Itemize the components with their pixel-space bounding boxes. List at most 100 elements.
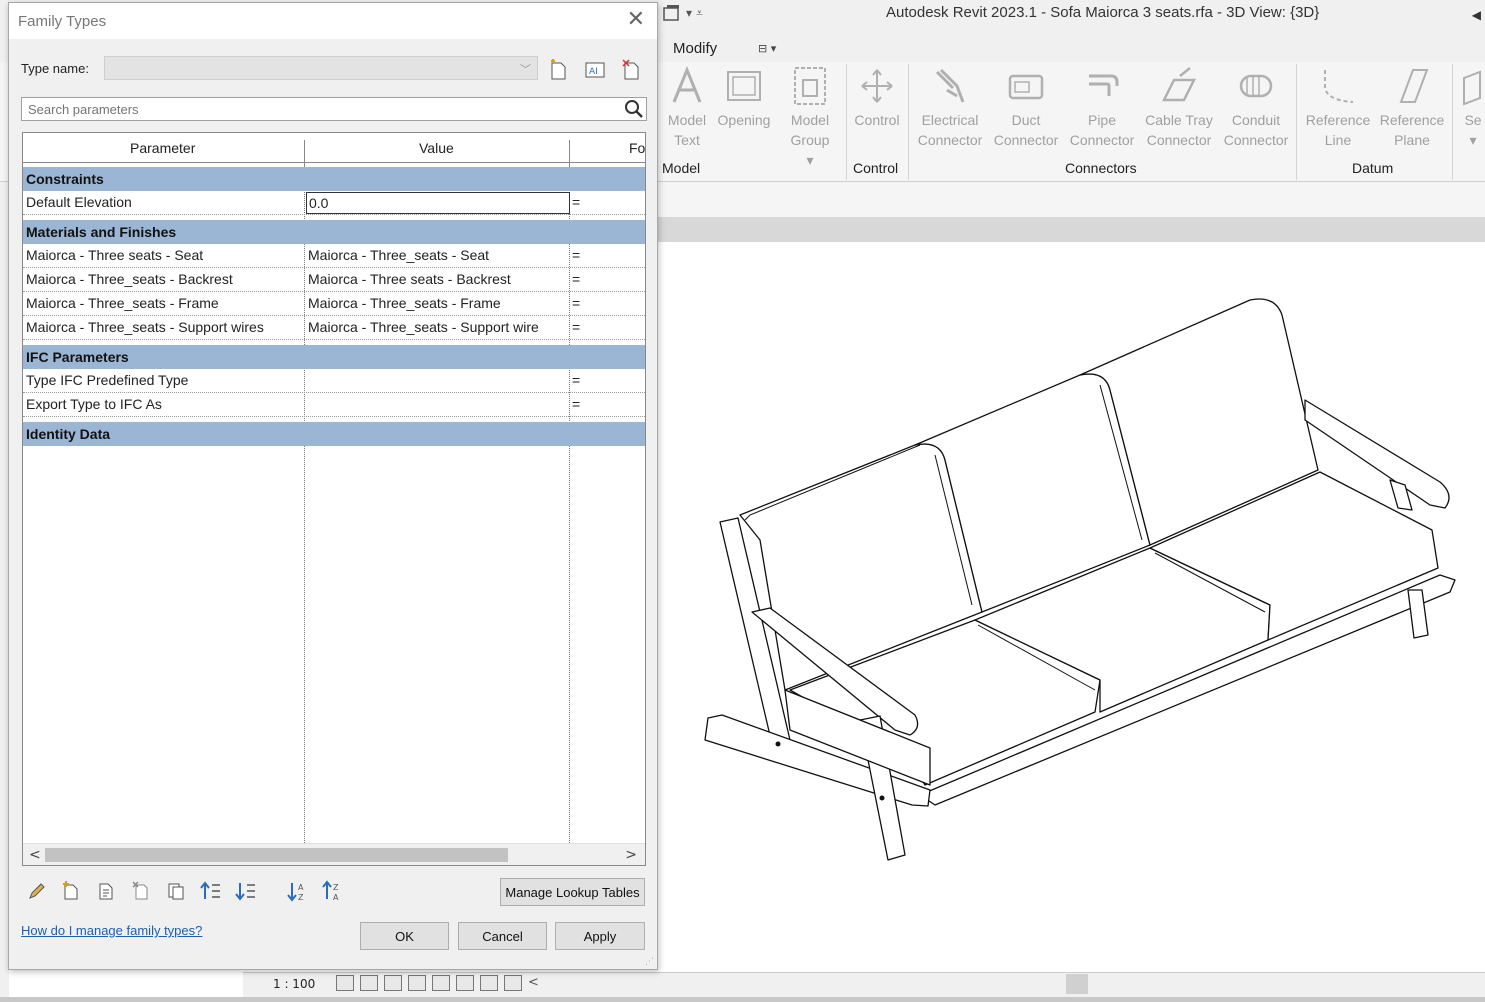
param-formula[interactable]: = bbox=[572, 316, 580, 339]
param-row-material-backrest[interactable]: Maiorca - Three_seats - Backrest Maiorca… bbox=[23, 268, 645, 292]
type-name-dropdown[interactable]: ﹀ bbox=[104, 56, 538, 80]
sun-path-icon[interactable] bbox=[384, 975, 402, 991]
help-link[interactable]: How do I manage family types? bbox=[21, 923, 202, 938]
reference-line-button[interactable]: Reference Line bbox=[1302, 66, 1374, 150]
electrical-connector-button[interactable]: Electrical Connector bbox=[914, 66, 986, 150]
dialog-titlebar[interactable]: Family Types ✕ bbox=[9, 3, 657, 39]
param-value[interactable]: Maiorca - Three seats - Backrest bbox=[308, 268, 570, 291]
resize-grip-icon[interactable]: ⋰ bbox=[645, 957, 655, 967]
view-control-icons[interactable]: < bbox=[336, 975, 539, 991]
switch-windows-icon[interactable] bbox=[662, 4, 682, 22]
grid-horizontal-scrollbar[interactable]: < > bbox=[23, 843, 645, 865]
param-value[interactable]: Maiorca - Three_seats - Seat bbox=[308, 244, 570, 267]
chevron-left-icon[interactable]: < bbox=[528, 975, 539, 991]
search-icon[interactable] bbox=[624, 99, 644, 119]
control-button[interactable]: Control bbox=[850, 66, 904, 130]
render-icon[interactable] bbox=[432, 975, 450, 991]
temporary-hide-icon[interactable] bbox=[504, 975, 522, 991]
copy-parameter-icon[interactable] bbox=[129, 879, 153, 903]
manage-lookup-tables-button[interactable]: Manage Lookup Tables bbox=[500, 878, 645, 906]
param-name: Maiorca - Three_seats - Frame bbox=[26, 295, 219, 311]
column-header-parameter[interactable]: Parameter bbox=[130, 140, 195, 156]
paste-parameter-icon[interactable] bbox=[164, 879, 188, 903]
collapse-arrow-icon[interactable]: ◀ bbox=[1472, 8, 1481, 22]
quick-access-toolbar[interactable]: ▾ ⩡ bbox=[662, 4, 703, 22]
pipe-connector-button[interactable]: Pipe Connector bbox=[1066, 66, 1138, 150]
model-text-button[interactable]: Model Text bbox=[665, 66, 709, 150]
param-row-ifc-predefined-type[interactable]: Type IFC Predefined Type = bbox=[23, 369, 645, 393]
search-input[interactable] bbox=[22, 98, 612, 120]
param-formula[interactable]: = bbox=[572, 244, 580, 267]
group-identity-data[interactable]: Identity Data bbox=[23, 422, 645, 446]
contextual-tab-dropdown[interactable]: ⊟ ▾ bbox=[758, 42, 776, 55]
qat-customize-icon[interactable]: ⩡ bbox=[696, 6, 703, 21]
svg-text:A: A bbox=[333, 893, 339, 902]
param-formula[interactable]: = bbox=[572, 292, 580, 315]
delete-type-icon[interactable] bbox=[620, 59, 642, 81]
column-header-formula[interactable]: Fo bbox=[629, 140, 645, 156]
apply-button[interactable]: Apply bbox=[555, 922, 645, 950]
group-constraints[interactable]: Constraints bbox=[23, 167, 645, 191]
scroll-right-icon[interactable]: > bbox=[625, 847, 637, 863]
scroll-left-icon[interactable]: < bbox=[29, 847, 41, 863]
param-row-export-to-ifc[interactable]: Export Type to IFC As = bbox=[23, 393, 645, 417]
sort-descending-icon[interactable]: ZA bbox=[320, 879, 344, 903]
visual-style-icon[interactable] bbox=[360, 975, 378, 991]
view-scale[interactable]: 1 : 100 bbox=[273, 977, 315, 991]
edit-parameter-icon[interactable] bbox=[25, 879, 49, 903]
show-crop-icon[interactable] bbox=[480, 975, 498, 991]
crop-view-icon[interactable] bbox=[456, 975, 474, 991]
shadows-icon[interactable] bbox=[408, 975, 426, 991]
param-row-material-support-wires[interactable]: Maiorca - Three_seats - Support wires Ma… bbox=[23, 316, 645, 340]
default-elevation-value-input[interactable]: 0.0 bbox=[306, 192, 570, 214]
new-type-icon[interactable] bbox=[547, 59, 569, 81]
close-icon[interactable]: ✕ bbox=[627, 9, 645, 31]
cancel-button[interactable]: Cancel bbox=[458, 922, 547, 950]
set-button[interactable]: Se ▾ bbox=[1458, 66, 1485, 150]
panel-connectors: Connectors bbox=[1065, 160, 1137, 176]
duct-connector-button[interactable]: Duct Connector bbox=[990, 66, 1062, 150]
qat-dropdown-icon[interactable]: ▾ bbox=[686, 6, 692, 20]
grid-header: Parameter Value Fo bbox=[23, 133, 645, 170]
type-name-label: Type name: bbox=[21, 61, 89, 76]
reference-line-icon bbox=[1324, 70, 1354, 103]
move-up-icon[interactable] bbox=[199, 879, 223, 903]
opening-button[interactable]: Opening bbox=[714, 66, 774, 130]
search-parameters-field[interactable] bbox=[21, 97, 647, 121]
reference-plane-button[interactable]: Reference Plane bbox=[1376, 66, 1448, 150]
rename-type-icon[interactable]: AI bbox=[584, 59, 606, 81]
param-row-material-seat[interactable]: Maiorca - Three seats - Seat Maiorca - T… bbox=[23, 244, 645, 268]
param-formula[interactable]: = bbox=[572, 191, 580, 214]
scrollbar-thumb[interactable] bbox=[45, 848, 508, 862]
move-down-icon[interactable] bbox=[234, 879, 258, 903]
parameters-grid[interactable]: Parameter Value Fo Constraints Default E… bbox=[22, 132, 646, 866]
column-header-value[interactable]: Value bbox=[419, 140, 454, 156]
cable-tray-connector-button[interactable]: Cable Tray Connector bbox=[1140, 66, 1218, 150]
param-formula[interactable]: = bbox=[572, 369, 580, 392]
3d-viewport[interactable] bbox=[657, 242, 1485, 972]
viewport-scrollbar-thumb[interactable] bbox=[1066, 974, 1088, 994]
param-formula[interactable]: = bbox=[572, 393, 580, 416]
tab-modify[interactable]: Modify bbox=[673, 40, 717, 57]
set-label: Se ▾ bbox=[1464, 112, 1482, 148]
control-label: Control bbox=[854, 112, 900, 128]
conduit-connector-button[interactable]: Conduit Connector bbox=[1220, 66, 1292, 150]
header-separator[interactable] bbox=[569, 140, 570, 170]
param-value[interactable]: Maiorca - Three_seats - Support wire bbox=[308, 316, 570, 339]
model-group-button[interactable]: Model Group ▾ bbox=[786, 66, 834, 170]
detail-level-icon[interactable] bbox=[336, 975, 354, 991]
group-materials-and-finishes[interactable]: Materials and Finishes bbox=[23, 220, 645, 244]
header-separator[interactable] bbox=[304, 140, 305, 170]
delete-parameter-icon[interactable] bbox=[94, 879, 118, 903]
ok-button[interactable]: OK bbox=[360, 922, 449, 950]
options-bar bbox=[657, 182, 1485, 217]
set-icon bbox=[1463, 70, 1481, 106]
param-row-material-frame[interactable]: Maiorca - Three_seats - Frame Maiorca - … bbox=[23, 292, 645, 316]
param-value[interactable]: Maiorca - Three_seats - Frame bbox=[308, 292, 570, 315]
ribbon-separator bbox=[908, 64, 909, 180]
group-ifc-parameters[interactable]: IFC Parameters bbox=[23, 345, 645, 369]
sort-ascending-icon[interactable]: AZ bbox=[285, 879, 309, 903]
param-row-default-elevation[interactable]: Default Elevation 0.0 = bbox=[23, 191, 645, 215]
new-parameter-icon[interactable] bbox=[59, 879, 83, 903]
param-formula[interactable]: = bbox=[572, 268, 580, 291]
